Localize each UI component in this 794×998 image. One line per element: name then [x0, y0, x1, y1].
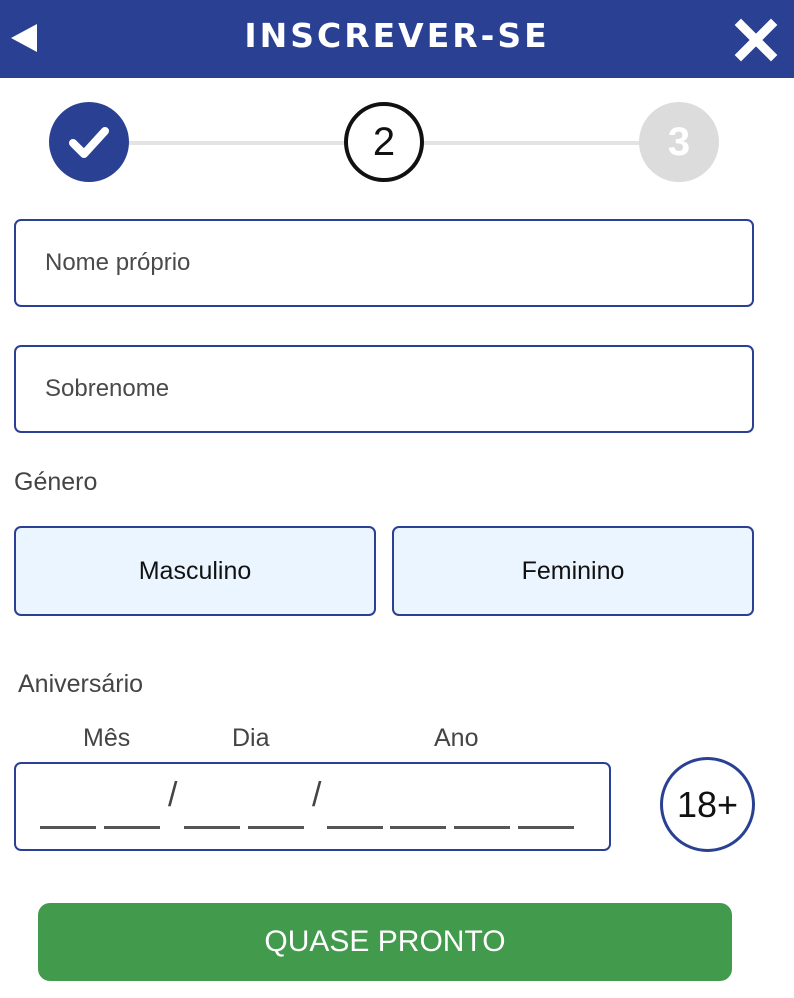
step-progress: 2 3 [0, 100, 794, 184]
month-digit-2-slot[interactable] [104, 826, 160, 829]
top-bar: INSCREVER-SE [0, 0, 794, 78]
step-connector [125, 141, 348, 145]
month-digit-1-slot[interactable] [40, 826, 96, 829]
age-restriction-badge: 18+ [660, 757, 755, 852]
gender-female-button[interactable]: Feminino [392, 526, 754, 616]
date-separator: / [168, 776, 178, 814]
checkmark-icon [69, 127, 109, 158]
year-label: Ano [434, 724, 479, 752]
year-digit-2-slot[interactable] [390, 826, 446, 829]
year-digit-3-slot[interactable] [454, 826, 510, 829]
birthday-label: Aniversário [18, 670, 144, 698]
page-title: INSCREVER-SE [244, 16, 550, 55]
first-name-field [14, 219, 754, 307]
birthday-input[interactable]: / / [14, 762, 611, 851]
step-2-current: 2 [344, 102, 424, 182]
last-name-field [14, 345, 754, 433]
last-name-input[interactable] [16, 347, 752, 431]
day-label: Dia [232, 724, 270, 752]
step-connector [420, 141, 643, 145]
step-3-pending: 3 [639, 102, 719, 182]
close-button[interactable] [734, 18, 778, 62]
year-digit-1-slot[interactable] [327, 826, 383, 829]
almost-done-button[interactable]: QUASE PRONTO [38, 903, 732, 981]
gender-male-button[interactable]: Masculino [14, 526, 376, 616]
year-digit-4-slot[interactable] [518, 826, 574, 829]
close-icon [734, 18, 778, 62]
day-digit-1-slot[interactable] [184, 826, 240, 829]
gender-label: Género [14, 468, 98, 496]
step-1-completed [49, 102, 129, 182]
day-digit-2-slot[interactable] [248, 826, 304, 829]
month-label: Mês [83, 724, 131, 752]
first-name-input[interactable] [16, 221, 752, 305]
date-separator: / [312, 776, 322, 814]
